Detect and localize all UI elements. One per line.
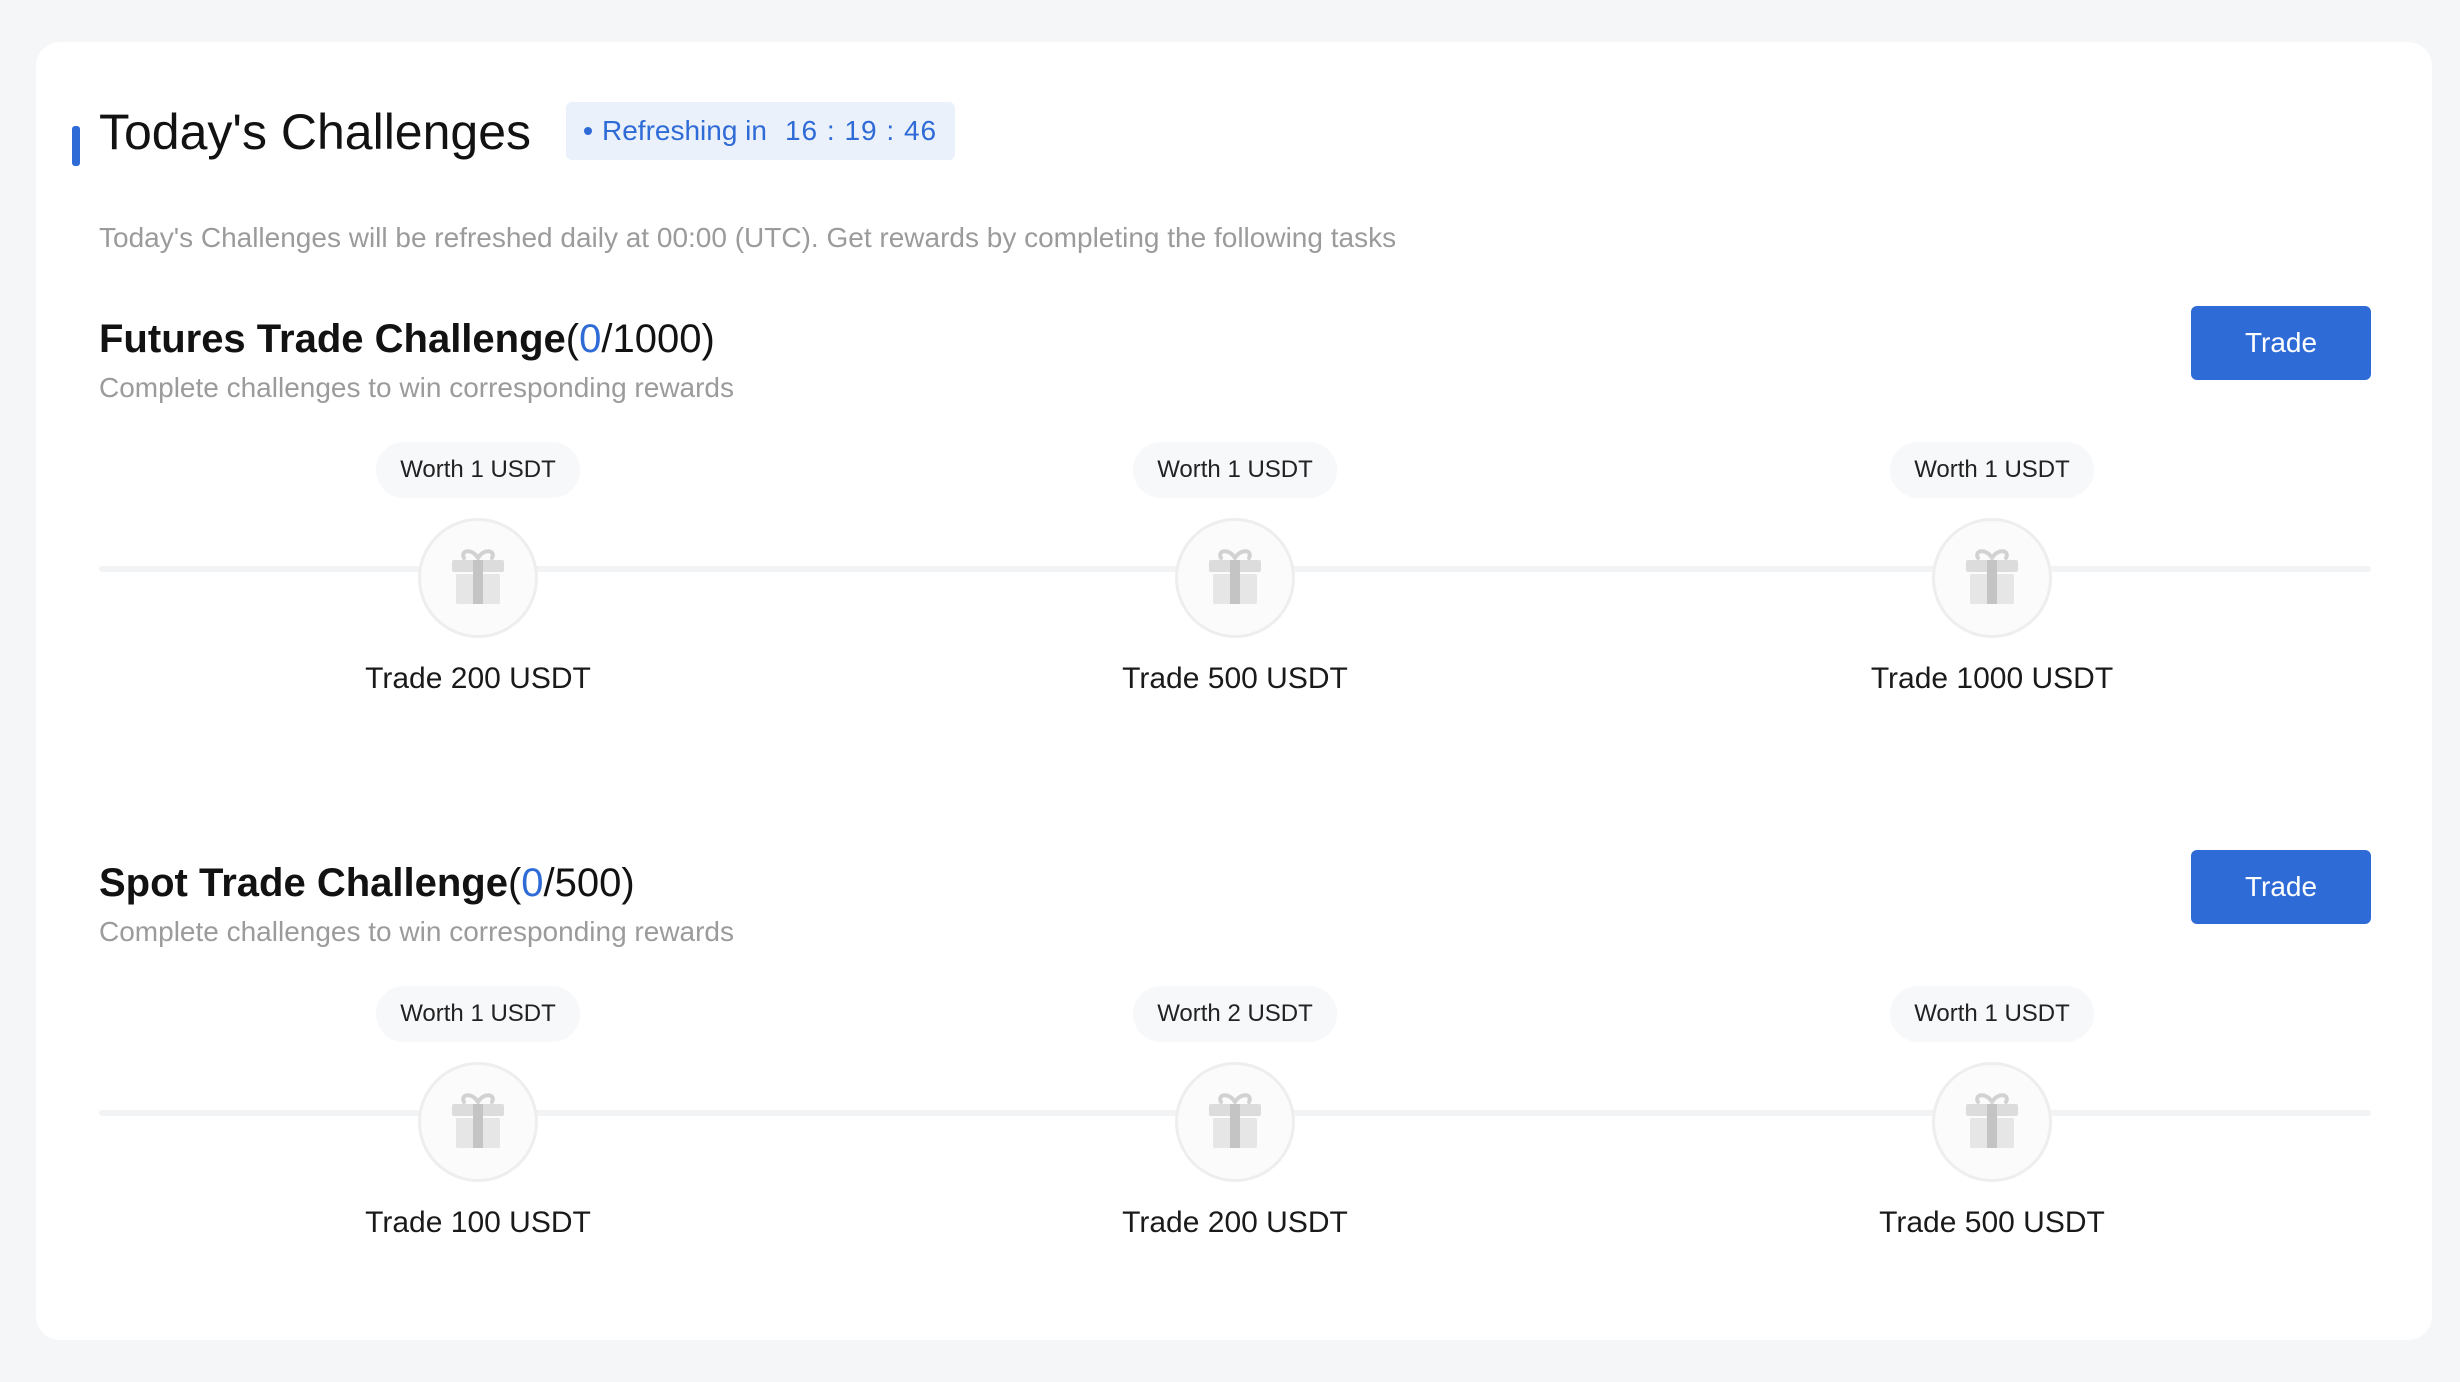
progress-total: /500) — [543, 861, 635, 905]
futures-challenge-section: Futures Trade Challenge(0/1000) Complete… — [36, 306, 2432, 754]
gift-icon — [1932, 518, 2052, 638]
reward-pill: Worth 1 USDT — [1890, 442, 2094, 498]
section-description: Complete challenges to win corresponding… — [99, 916, 735, 947]
gift-icon-graphic — [1966, 549, 2018, 604]
challenges-header: Today's Challenges — [36, 102, 2432, 202]
futures-trade-button[interactable]: Trade — [2191, 306, 2371, 380]
section-title: Futures Trade Challenge(0/1000) — [99, 314, 715, 364]
gift-icon-graphic — [1966, 1093, 2018, 1148]
milestone: Worth 2 USDT Trade 200 USDT — [1035, 986, 1435, 1240]
progress-open: ( — [565, 317, 580, 361]
refresh-label: Refreshing in — [602, 115, 767, 146]
gift-icon — [1175, 518, 1295, 638]
progress-current: 0 — [579, 317, 602, 361]
spot-challenge-section: Spot Trade Challenge(0/500) Complete cha… — [36, 850, 2432, 1298]
gift-icon-graphic — [1209, 1093, 1261, 1148]
progress-open: ( — [507, 861, 522, 905]
progress-current: 0 — [521, 861, 544, 905]
milestone: Worth 1 USDT Trade 500 USDT — [1792, 986, 2192, 1240]
reward-pill: Worth 1 USDT — [376, 442, 580, 498]
page-title: Today's Challenges — [99, 104, 532, 160]
milestone: Worth 1 USDT Trade 500 USDT — [1035, 442, 1435, 696]
refresh-countdown-badge: Refreshing in 16 : 19 : 46 — [566, 102, 956, 160]
section-description: Complete challenges to win corresponding… — [99, 372, 735, 403]
gift-icon — [1175, 1062, 1295, 1182]
milestone-target: Trade 500 USDT — [1122, 662, 1348, 695]
gift-icon-graphic — [452, 1093, 504, 1148]
gift-icon — [1932, 1062, 2052, 1182]
reward-pill: Worth 1 USDT — [1890, 986, 2094, 1042]
reward-pill: Worth 2 USDT — [1133, 986, 1337, 1042]
spot-trade-button[interactable]: Trade — [2191, 850, 2371, 924]
gift-icon — [418, 1062, 538, 1182]
gift-icon — [418, 518, 538, 638]
challenges-card: Today's Challenges Refreshing in 16 : 19… — [36, 42, 2432, 1340]
title-accent-bar — [72, 126, 80, 166]
refresh-countdown: 16 : 19 : 46 — [784, 115, 938, 146]
milestone-target: Trade 100 USDT — [365, 1206, 591, 1239]
status-dot-icon — [584, 127, 592, 135]
gift-icon-graphic — [1209, 549, 1261, 604]
section-title: Spot Trade Challenge(0/500) — [99, 858, 635, 908]
gift-icon-graphic — [452, 549, 504, 604]
page-subtitle: Today's Challenges will be refreshed dai… — [99, 222, 1397, 253]
section-name: Spot Trade Challenge — [99, 861, 508, 905]
milestone: Worth 1 USDT Trade 1000 USDT — [1792, 442, 2192, 696]
milestone-target: Trade 200 USDT — [365, 662, 591, 695]
reward-pill: Worth 1 USDT — [1133, 442, 1337, 498]
milestone-target: Trade 500 USDT — [1879, 1206, 2105, 1239]
section-name: Futures Trade Challenge — [99, 317, 566, 361]
milestone: Worth 1 USDT Trade 200 USDT — [278, 442, 678, 696]
milestone-target: Trade 1000 USDT — [1870, 662, 2114, 695]
progress-total: /1000) — [601, 317, 715, 361]
reward-pill: Worth 1 USDT — [376, 986, 580, 1042]
milestone-target: Trade 200 USDT — [1122, 1206, 1348, 1239]
milestone: Worth 1 USDT Trade 100 USDT — [278, 986, 678, 1240]
